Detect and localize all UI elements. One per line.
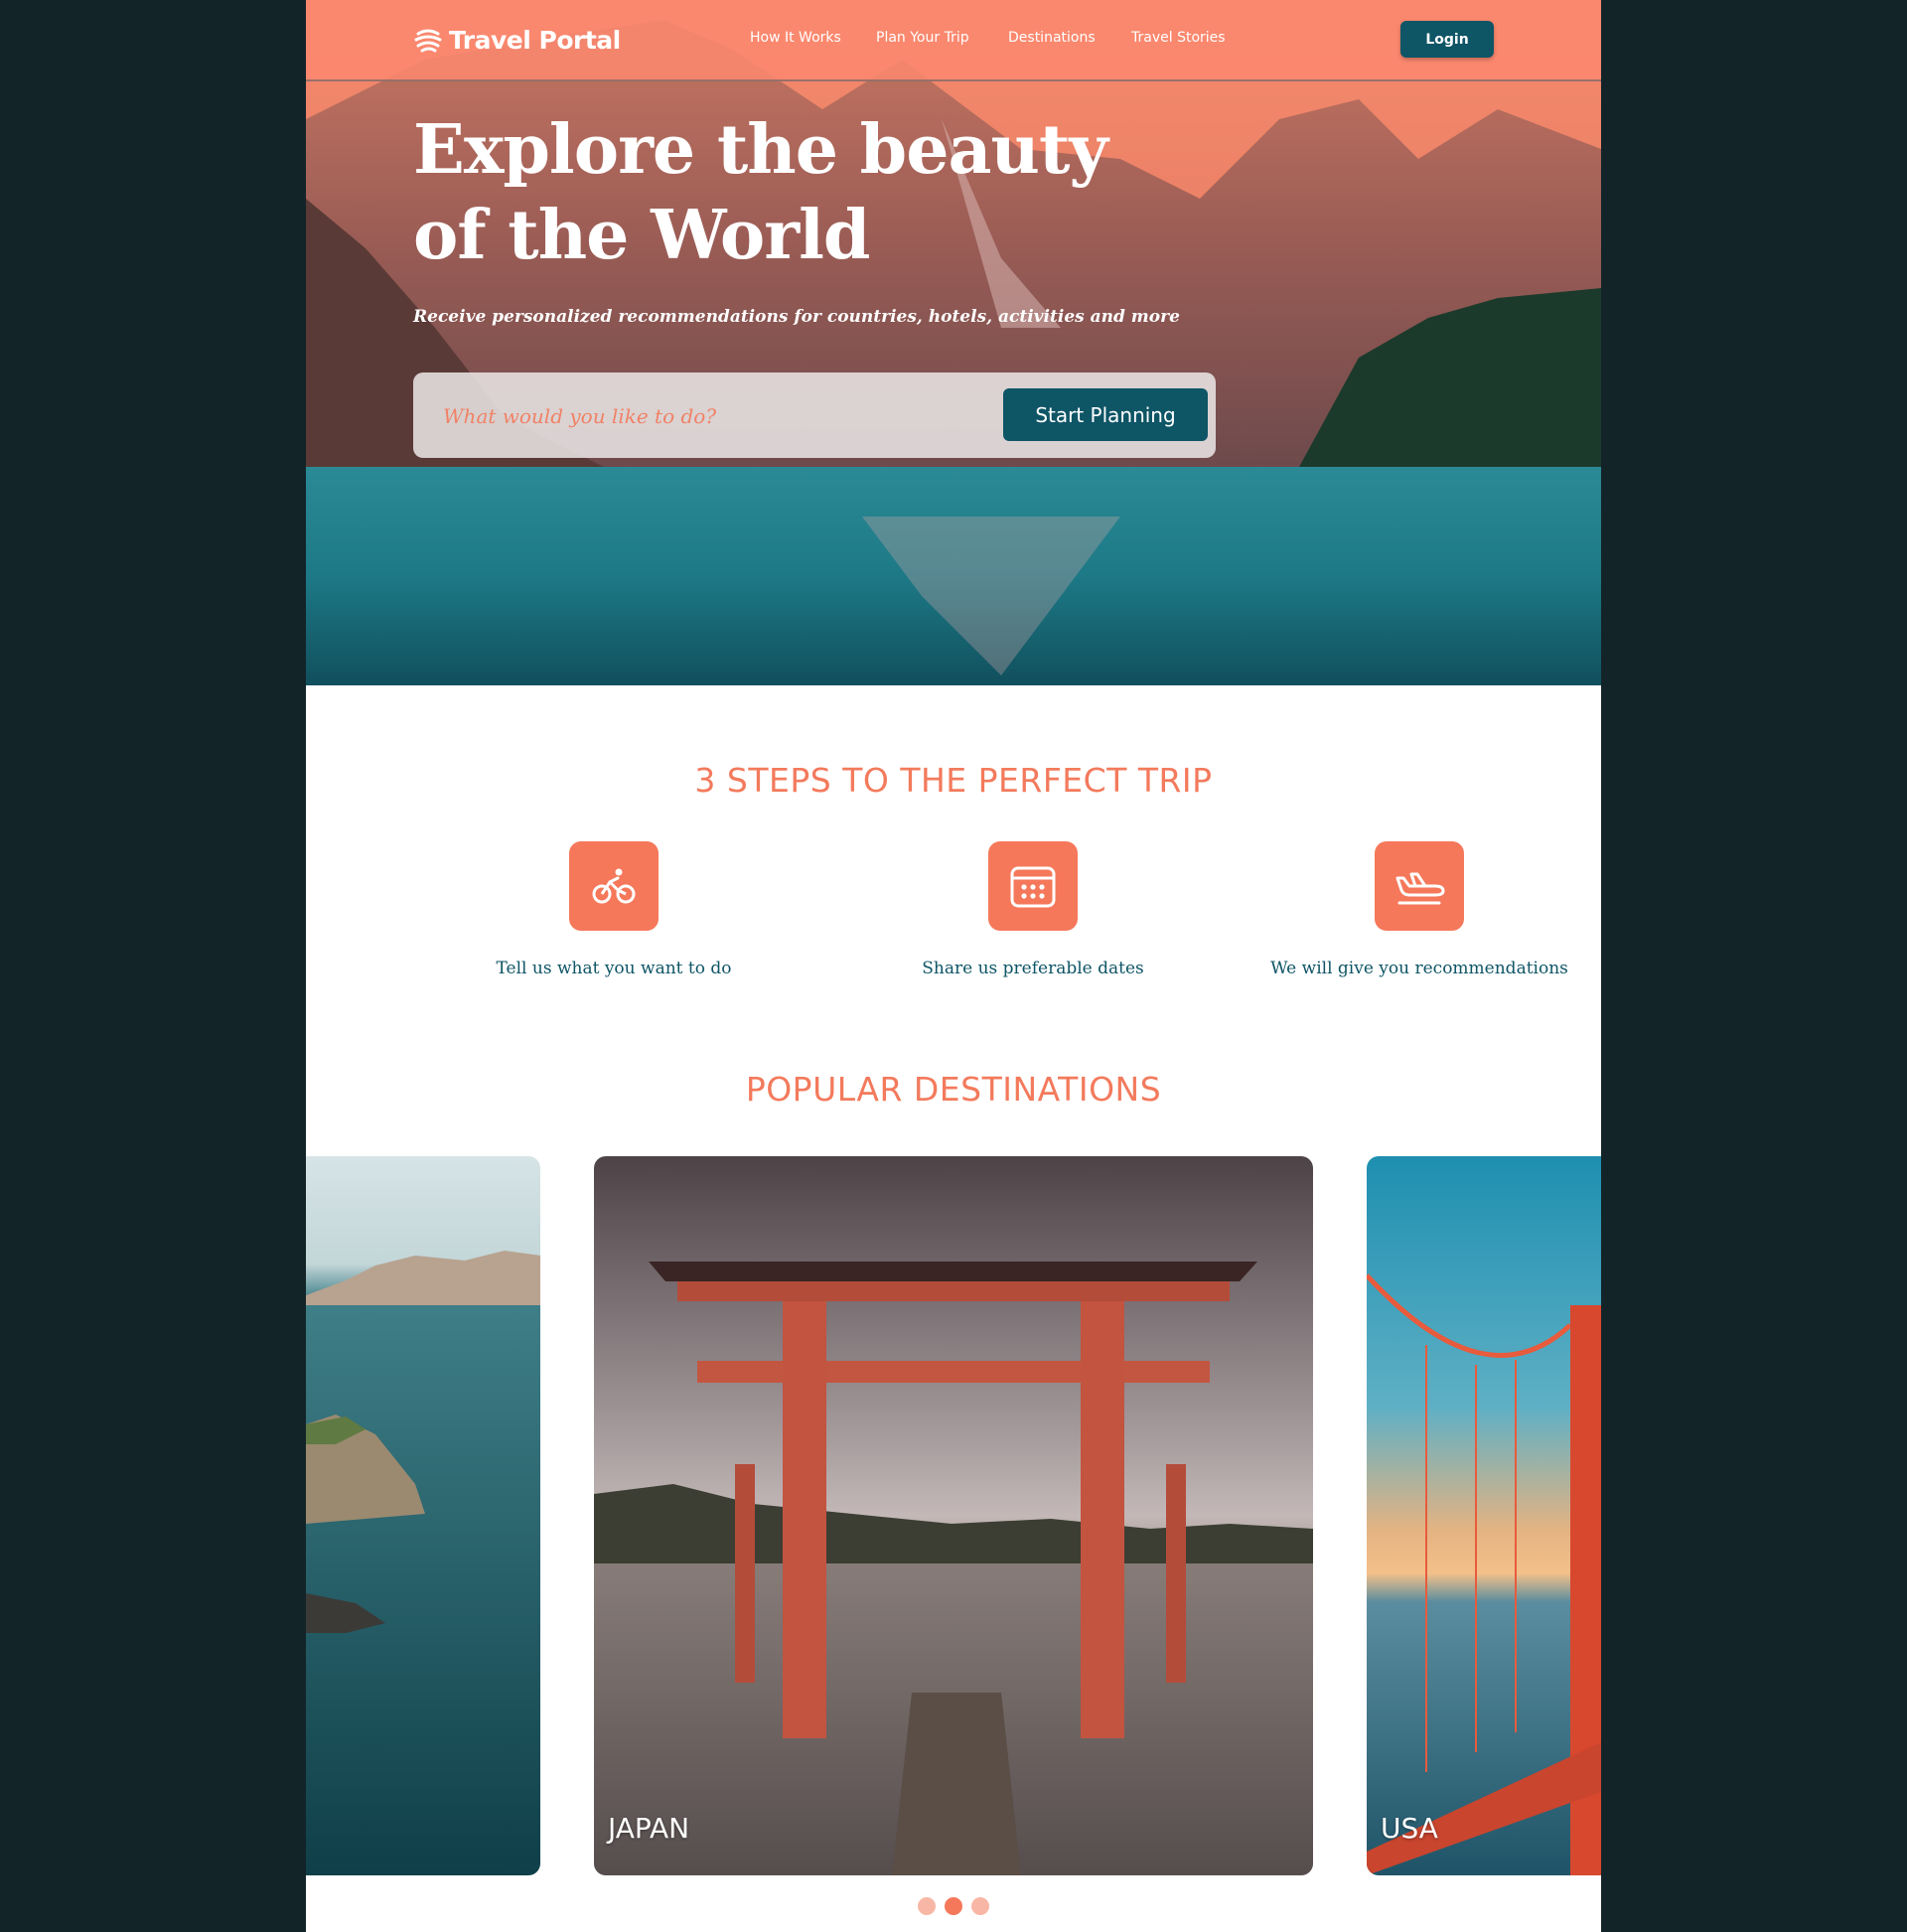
brand-name: Travel Portal [449,25,621,55]
destination-card-japan[interactable]: JAPAN [594,1156,1313,1875]
top-navbar: Travel Portal How It Works Plan Your Tri… [306,0,1601,81]
destination-card-coast[interactable] [306,1156,540,1875]
brand-logo[interactable]: Travel Portal [413,20,621,60]
nav-link-how-it-works[interactable]: How It Works [750,30,841,46]
step-item-2: Share us preferable dates [854,841,1212,978]
search-box: Start Planning [413,372,1216,458]
calendar-icon [988,841,1078,931]
carousel-dot-2[interactable] [945,1897,962,1915]
start-planning-button[interactable]: Start Planning [1003,388,1208,441]
nav-link-destinations[interactable]: Destinations [1008,30,1096,46]
login-button[interactable]: Login [1400,21,1494,58]
steps-section-title: 3 STEPS TO THE PERFECT TRIP [694,761,1213,800]
hero-section: Travel Portal How It Works Plan Your Tri… [306,0,1601,685]
carousel-pagination [918,1897,989,1915]
step-label-2: Share us preferable dates [922,959,1144,978]
bicycle-icon [569,841,659,931]
hero-subtitle: Receive personalized recommendations for… [413,307,1180,327]
page: Travel Portal How It Works Plan Your Tri… [306,0,1601,1932]
usa-bridge-image [1367,1156,1601,1875]
japan-torii-image [594,1156,1313,1875]
step-label-1: Tell us what you want to do [496,959,732,978]
destinations-section-title: POPULAR DESTINATIONS [745,1070,1162,1109]
airplane-icon [1375,841,1464,931]
destination-card-label: JAPAN [608,1812,690,1845]
nav-link-plan-your-trip[interactable]: Plan Your Trip [876,30,969,46]
carousel-dot-3[interactable] [971,1897,989,1915]
step-label-3: We will give you recommendations [1270,959,1568,978]
hero-title: Explore the beauty of the World [413,110,1108,275]
step-item-1: Tell us what you want to do [435,841,793,978]
search-input[interactable] [441,395,961,437]
destination-card-usa[interactable]: USA [1367,1156,1601,1875]
step-item-3: We will give you recommendations [1241,841,1598,978]
swirl-logo-icon [414,29,442,53]
coast-image [306,1156,540,1875]
nav-link-travel-stories[interactable]: Travel Stories [1131,30,1226,46]
hero-landscape-image [306,0,1601,685]
destination-card-label: USA [1381,1812,1438,1845]
carousel-dot-1[interactable] [918,1897,936,1915]
